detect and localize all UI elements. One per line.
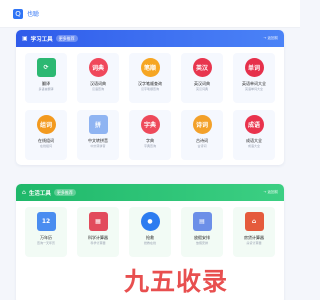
english-icon: 英汉	[192, 58, 212, 77]
tool-card[interactable]: ▤ 放假安排 放假安排	[181, 207, 223, 257]
tool-desc: 放假安排	[195, 241, 208, 245]
dictionary-icon: 词典	[88, 58, 108, 77]
tool-name: 英汉词典	[194, 81, 210, 86]
tool-name: 万年历	[40, 235, 52, 240]
tool-name: 古诗词	[196, 138, 208, 143]
tool-name: 中文转拼音	[88, 138, 108, 143]
holiday-icon: ▤	[192, 212, 212, 231]
tool-name: 房贷计算器	[244, 235, 264, 240]
pen-icon: 笔顺	[140, 58, 160, 77]
tool-name: 放假安排	[194, 235, 210, 240]
tool-name: 汉语词典	[90, 81, 106, 86]
study-panel-header: ▣ 学习工具 更多推荐 → 返回前	[16, 30, 284, 47]
study-more-link[interactable]: → 返回前	[263, 36, 278, 41]
logo-icon[interactable]: Q	[13, 8, 23, 19]
tool-desc: 字典查询	[143, 144, 156, 148]
life-panel-tag[interactable]: 更多推荐	[53, 189, 76, 196]
tool-name: 科学计算器	[88, 235, 108, 240]
tool-name: 成语大全	[246, 138, 262, 143]
study-panel-title: 学习工具	[30, 36, 53, 43]
tool-name: 翻译	[42, 81, 50, 86]
pinyin-icon: 拼	[88, 115, 108, 134]
app-title[interactable]: 也聪	[27, 9, 39, 18]
tool-card[interactable]: 拼中文转拼音 中文转拼音	[77, 110, 119, 160]
tool-name: 抢救	[146, 235, 154, 240]
tool-desc: 古诗词	[197, 144, 207, 148]
tool-card[interactable]: 单词英语单词大全 英语单词大全	[233, 53, 275, 103]
tool-desc: 查询一天年历	[36, 241, 55, 245]
tool-desc: 抢救在线	[143, 241, 156, 245]
tool-desc: 英语单词大全	[244, 87, 263, 91]
tool-desc: 汉语查询	[91, 87, 104, 91]
tool-desc: 房贷计算器	[246, 241, 262, 245]
tool-name: 英语单词大全	[242, 81, 266, 86]
tool-card[interactable]: 诗词 古诗词 古诗词	[181, 110, 223, 160]
character-icon: 字典	[140, 115, 160, 134]
study-tools-panel: ▣ 学习工具 更多推荐 → 返回前 ⟳ 翻译 多语言翻译 词典 汉语词典 汉语查询 笔顺 汉字…	[16, 30, 284, 165]
tool-desc: 多语言翻译	[38, 87, 54, 91]
tool-card[interactable]: 英汉英汉词典 英汉词典	[181, 53, 223, 103]
tool-desc: 中文转拼音	[90, 144, 106, 148]
swap-icon: ⟳	[36, 58, 56, 77]
tool-card[interactable]: 12 万年历 查询一天年历	[25, 207, 67, 257]
tool-card[interactable]: ⌂ 房贷计算器 房贷计算器	[233, 207, 275, 257]
tool-desc: 汉字笔顺查询	[140, 87, 159, 91]
idiom-icon: 成语	[244, 115, 264, 134]
compose-icon: 组词	[36, 115, 56, 134]
life-panel-title: 生活工具	[28, 190, 51, 197]
tool-desc: 在线组词	[39, 144, 52, 148]
words-icon: 单词	[244, 58, 264, 77]
tool-card[interactable]: 字典 字典 字典查询	[129, 110, 171, 160]
tool-desc: 科学计算器	[90, 241, 106, 245]
life-more-link[interactable]: → 返回前	[263, 190, 278, 195]
tool-name: 在线组词	[38, 138, 54, 143]
tool-card[interactable]: ▦ 科学计算器 科学计算器	[77, 207, 119, 257]
study-panel-tag[interactable]: 更多推荐	[55, 35, 78, 42]
calculator-icon: ▦	[88, 212, 108, 231]
life-tools-grid: 12 万年历 查询一天年历 ▦ 科学计算器 科学计算器 ● 抢救 抢救在线 ▤ 放假安排 放假安排 ⌂ 房…	[16, 201, 284, 257]
tool-name: 汉字笔顺查询	[138, 81, 162, 86]
home-icon: ⌂	[22, 189, 26, 196]
study-tools-grid: ⟳ 翻译 多语言翻译 词典 汉语词典 汉语查询 笔顺 汉字笔顺查询 汉字笔顺查询 英汉 英汉词典 英汉…	[16, 47, 284, 160]
monitor-icon: ▣	[22, 35, 28, 42]
top-bar: Q 也聪	[0, 0, 300, 28]
house-icon: ⌂	[244, 212, 264, 231]
life-panel-header: ⌂ 生活工具 更多推荐 → 返回前	[16, 184, 284, 201]
tool-card[interactable]: 词典汉语词典 汉语查询	[77, 53, 119, 103]
drop-icon: ●	[140, 212, 160, 231]
tool-desc: 英汉词典	[195, 87, 208, 91]
tool-card[interactable]: ● 抢救 抢救在线	[129, 207, 171, 257]
tool-card[interactable]: 笔顺汉字笔顺查询 汉字笔顺查询	[129, 53, 171, 103]
tool-desc: 成语大全	[247, 144, 260, 148]
tool-name: 字典	[146, 138, 154, 143]
tool-card[interactable]: 组词在线组词 在线组词	[25, 110, 67, 160]
calendar-icon: 12	[36, 212, 56, 231]
tool-card[interactable]: 成语成语大全 成语大全	[233, 110, 275, 160]
poem-icon: 诗词	[192, 115, 212, 134]
watermark: 九五收录	[124, 267, 229, 296]
tool-card[interactable]: ⟳ 翻译 多语言翻译	[25, 53, 67, 103]
